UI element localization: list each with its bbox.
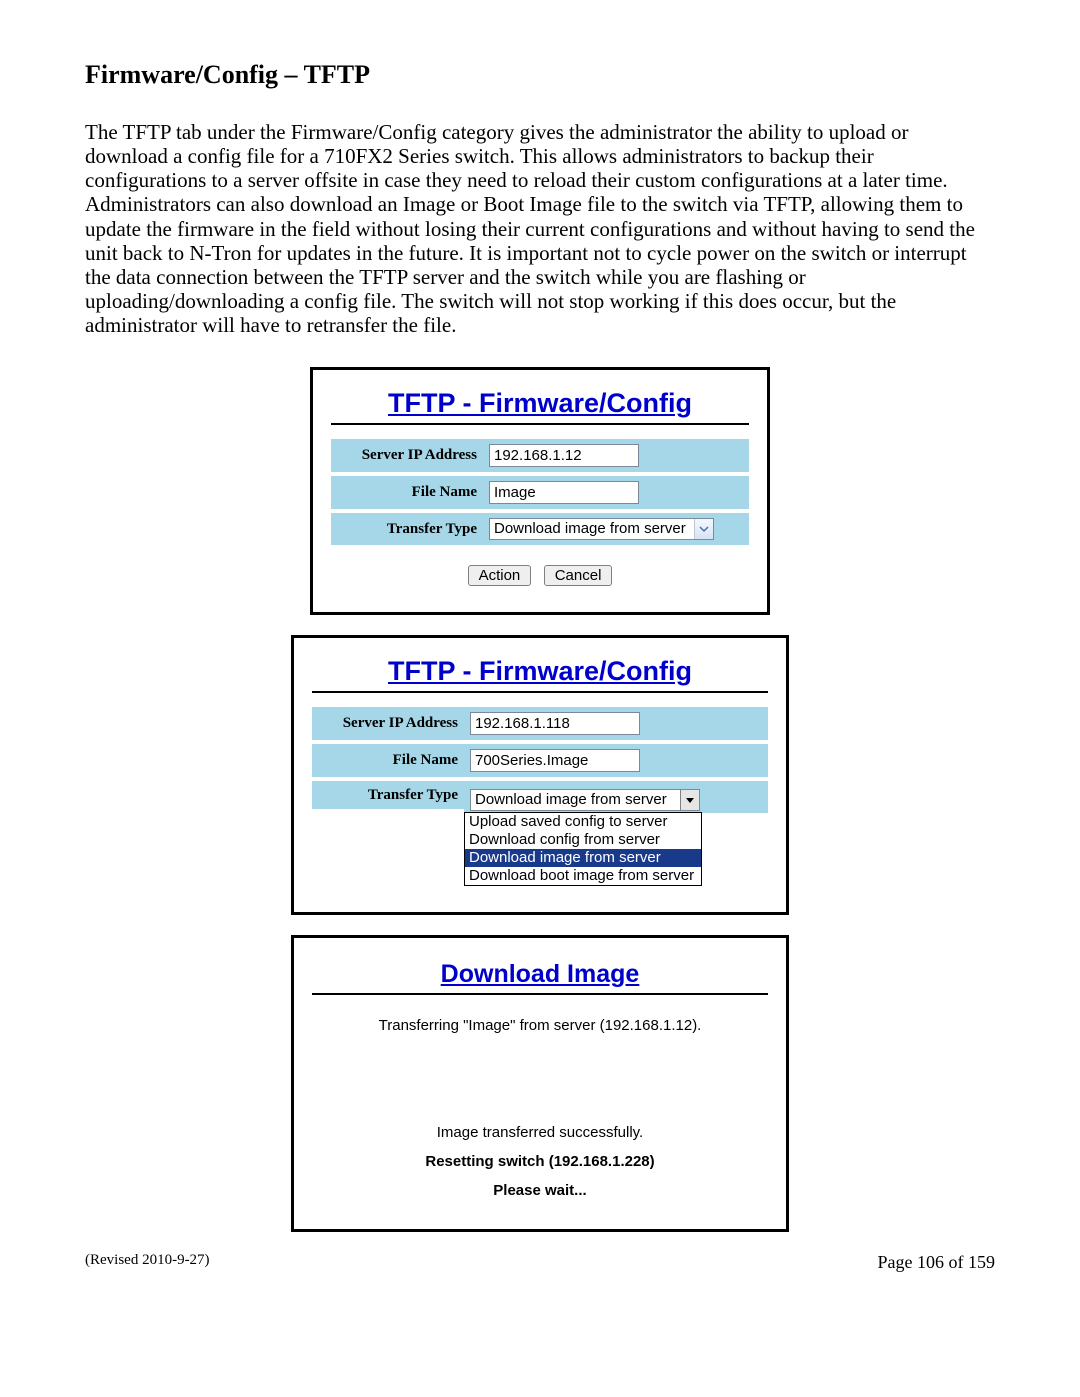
label-transfer-type: Transfer Type [331,513,483,549]
transfer-status-line: Transferring "Image" from server (192.16… [312,1017,768,1034]
transfer-type-value: Download image from server [471,790,680,810]
reset-status-line: Resetting switch (192.168.1.228) [312,1153,768,1170]
section-heading: Firmware/Config – TFTP [85,60,995,90]
label-file-name: File Name [331,476,483,513]
label-server-ip: Server IP Address [312,707,464,744]
transfer-type-value: Download image from server [490,519,694,539]
page-footer: (Revised 2010-9-27) Page 106 of 159 [85,1252,995,1273]
dropdown-option-selected[interactable]: Download image from server [465,849,701,867]
tftp-panel-2: TFTP - Firmware/Config Server IP Address… [291,635,789,915]
label-file-name: File Name [312,744,464,781]
label-server-ip: Server IP Address [331,439,483,476]
transfer-type-select[interactable]: Download image from server [470,789,700,811]
panel-title: TFTP - Firmware/Config [331,384,749,425]
page-number: Page 106 of 159 [878,1252,995,1273]
file-name-input[interactable] [489,481,639,504]
chevron-down-icon [680,790,699,810]
transfer-type-select[interactable]: Download image from server [489,518,714,540]
dropdown-option[interactable]: Upload saved config to server [465,813,701,831]
panel-title: Download Image [312,956,768,995]
cancel-button[interactable]: Cancel [544,565,613,586]
label-transfer-type: Transfer Type [312,781,464,813]
transfer-success-line: Image transferred successfully. [312,1124,768,1141]
action-button[interactable]: Action [468,565,532,586]
download-image-panel: Download Image Transferring "Image" from… [291,935,789,1232]
dropdown-option[interactable]: Download boot image from server [465,867,701,885]
file-name-input[interactable] [470,749,640,772]
transfer-type-dropdown[interactable]: Upload saved config to server Download c… [464,812,702,886]
revision-date: (Revised 2010-9-27) [85,1252,210,1273]
tftp-panel-1: TFTP - Firmware/Config Server IP Address… [310,367,770,615]
panel-title: TFTP - Firmware/Config [312,652,768,693]
server-ip-input[interactable] [489,444,639,467]
chevron-down-icon [694,519,713,539]
dropdown-option[interactable]: Download config from server [465,831,701,849]
intro-paragraph: The TFTP tab under the Firmware/Config c… [85,120,995,337]
please-wait-line: Please wait... [312,1182,768,1199]
server-ip-input[interactable] [470,712,640,735]
